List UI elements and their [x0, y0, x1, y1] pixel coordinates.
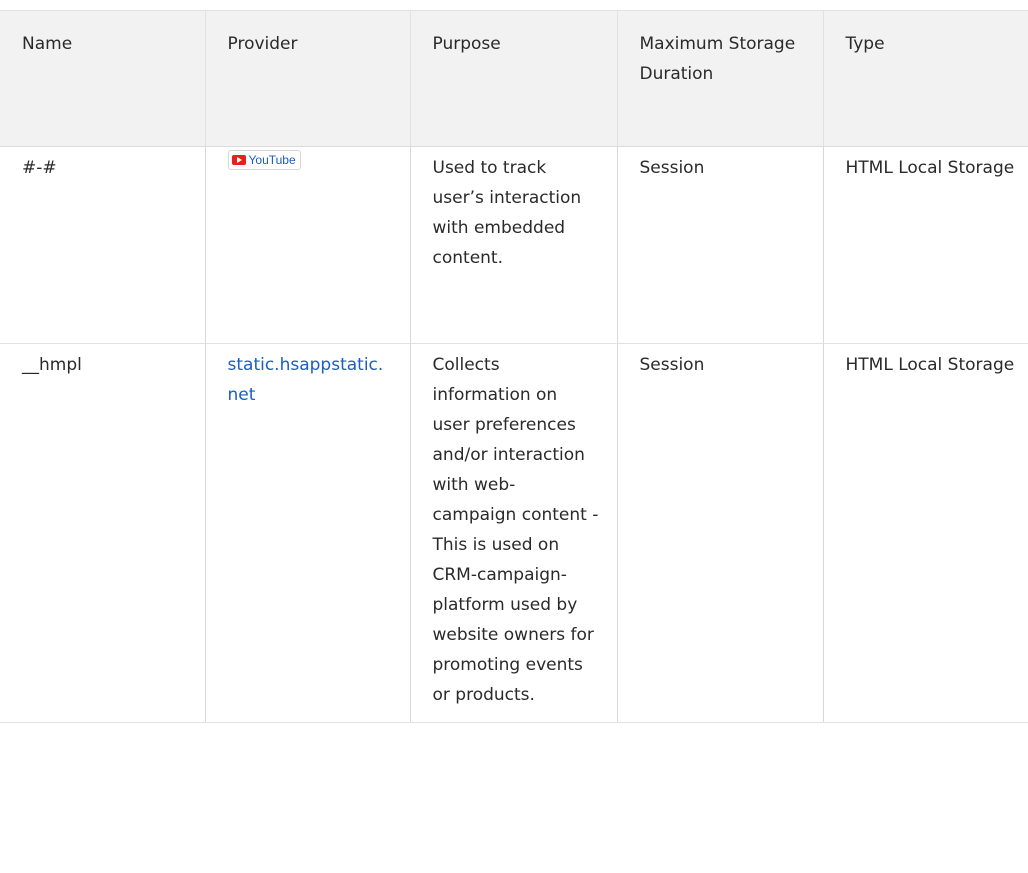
provider-link[interactable]: static.hsappstatic.net	[228, 355, 384, 405]
cookie-purpose: Used to track user’s interaction with em…	[409, 146, 617, 344]
youtube-label: YouTube	[248, 153, 296, 167]
cookie-duration: Session	[616, 343, 823, 723]
cookie-name: #-#	[0, 146, 205, 344]
cookie-table-container: Name Provider Purpose Maximum Storage Du…	[0, 10, 1028, 873]
header-provider: Provider	[204, 10, 410, 147]
cookie-table: Name Provider Purpose Maximum Storage Du…	[0, 10, 1028, 723]
cookie-duration: Session	[616, 146, 823, 344]
cookie-type: HTML Local Storage	[822, 146, 1028, 344]
cookie-purpose: Collects information on user preferences…	[409, 343, 617, 723]
youtube-provider-link[interactable]: YouTube	[227, 150, 301, 170]
header-type: Type	[822, 10, 1028, 147]
cookie-type: HTML Local Storage	[822, 343, 1028, 723]
table-row: __hmpl static.hsappstatic.net Collects i…	[0, 343, 1028, 723]
header-duration: Maximum Storage Duration	[616, 10, 823, 147]
cookie-provider: static.hsappstatic.net	[204, 343, 410, 723]
youtube-icon	[231, 155, 246, 165]
cookie-name: __hmpl	[0, 343, 205, 723]
cookie-provider: YouTube	[204, 146, 410, 344]
table-row: #-# YouTube Used to track user’s interac…	[0, 146, 1028, 344]
header-name: Name	[0, 10, 205, 147]
table-header-row: Name Provider Purpose Maximum Storage Du…	[0, 10, 1028, 147]
header-purpose: Purpose	[409, 10, 617, 147]
